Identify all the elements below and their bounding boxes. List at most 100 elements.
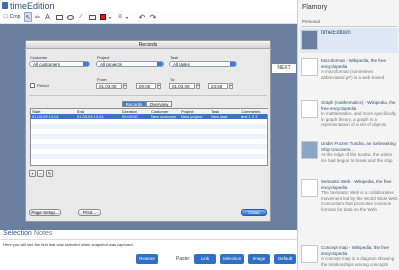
paste-link-button[interactable]: Link bbox=[194, 254, 216, 264]
table-row[interactable]: 01.03.09 12:01 01.03.09 12:01 00:00:00 N… bbox=[31, 114, 267, 119]
paste-label: Paste: bbox=[176, 256, 191, 262]
selection-text: Here you will see the text that was sele… bbox=[3, 242, 134, 247]
text-tool-button[interactable]: A bbox=[44, 12, 51, 22]
empty-row bbox=[31, 144, 267, 149]
window-title: Records bbox=[26, 41, 270, 49]
cell-duration: 00:00:00 bbox=[122, 114, 138, 119]
to-date-field[interactable]: 01.03.09 bbox=[169, 83, 195, 89]
sidebar-item-text: In mathematics, and more specifically in… bbox=[321, 111, 397, 128]
sidebar-item-title: Under Frozen Tundra, an Icebreaking Ship… bbox=[321, 141, 396, 152]
sidebar-item-graph[interactable]: Graph (mathematics) - Wikipedia, the fre… bbox=[321, 100, 398, 128]
toolbar: □ Crop ↖ ✏ A ∕ ▾ ≡ ▾ ↶ ↷ bbox=[0, 11, 297, 24]
task-label: Task bbox=[170, 55, 179, 60]
line-width-icon[interactable]: ≡ bbox=[116, 12, 124, 22]
task-select[interactable]: All tasks bbox=[169, 61, 237, 67]
to-label: To: bbox=[170, 77, 176, 82]
sidebar-item-label: timeEdition bbox=[321, 30, 351, 36]
snapshot-thumbnail bbox=[301, 141, 318, 159]
sidebar-title: Flamory bbox=[302, 4, 328, 11]
color-swatch-icon[interactable] bbox=[99, 12, 107, 22]
tab-overview[interactable]: Overview bbox=[146, 101, 172, 107]
period-label: Period bbox=[37, 83, 49, 88]
cell-project: New project bbox=[181, 114, 203, 119]
sidebar-item-semantic-web[interactable]: Semantic Web - Wikipedia, the free encyc… bbox=[321, 179, 398, 239]
cell-task: New task bbox=[211, 114, 228, 119]
sidebar-item-title: Microformat - Wikipedia, the free encycl… bbox=[321, 58, 387, 69]
snapshot-thumbnail bbox=[301, 100, 318, 118]
pointer-icon[interactable]: ↖ bbox=[24, 12, 32, 22]
to-time-field[interactable]: 23:59 bbox=[208, 83, 228, 89]
page-setup-button[interactable]: Page Setup... bbox=[29, 209, 61, 216]
sidebar-item-title: Graph (mathematics) - Wikipedia, the fre… bbox=[321, 100, 396, 111]
customer-select[interactable]: All customers bbox=[29, 61, 90, 67]
customer-label: Customer bbox=[30, 55, 48, 60]
empty-row bbox=[31, 124, 267, 129]
sidebar-item-microformat[interactable]: Microformat - Wikipedia, the free encycl… bbox=[321, 58, 398, 80]
color-swatch bbox=[100, 14, 106, 20]
sidebar-item-text: At the edge of the tundra, the winter ic… bbox=[321, 152, 393, 163]
sidebar-item-concept-map[interactable]: Concept map - Wikipedia, the free encycl… bbox=[321, 245, 398, 269]
bottom-panel: Selection Notes Here you will see the te… bbox=[0, 230, 297, 270]
line-icon[interactable]: ∕ bbox=[77, 12, 85, 22]
from-date-stepper[interactable]: ▴ bbox=[123, 83, 127, 89]
from-date-field[interactable]: 01.03.09 bbox=[96, 83, 122, 89]
rectangle-icon[interactable] bbox=[55, 12, 63, 22]
separator bbox=[301, 26, 397, 27]
pen-icon[interactable]: ✏ bbox=[34, 12, 41, 22]
to-date-stepper[interactable]: ▴ bbox=[196, 83, 200, 89]
snapshot-canvas: Records Customer All customers Project A… bbox=[0, 24, 297, 230]
period-checkbox[interactable] bbox=[30, 83, 35, 88]
app-icon bbox=[2, 2, 8, 9]
sidebar-item-text: A concept map is a diagram showing the r… bbox=[321, 256, 395, 267]
cell-comments: test 1 2 3 bbox=[241, 114, 258, 119]
empty-row bbox=[31, 154, 267, 159]
sidebar-section-label: Personal bbox=[302, 19, 320, 24]
crop-icon[interactable]: □ bbox=[3, 12, 8, 22]
separator bbox=[29, 95, 267, 96]
records-window: Records Customer All customers Project A… bbox=[25, 40, 271, 222]
sidebar-item-text: The Semantic Web is a collaborative move… bbox=[321, 190, 398, 212]
snapshot-thumbnail bbox=[301, 30, 318, 50]
tab-notes[interactable]: Notes bbox=[34, 230, 52, 237]
restore-button[interactable]: Restore bbox=[136, 254, 158, 264]
sidebar-item-frozen-tundra[interactable]: Under Frozen Tundra, an Icebreaking Ship… bbox=[321, 141, 398, 163]
sidebar-item-text: A microformat (sometimes abbreviated μF)… bbox=[321, 69, 385, 80]
tab-records[interactable]: Records bbox=[122, 101, 146, 107]
paste-default-button[interactable]: Default bbox=[274, 254, 296, 264]
separator bbox=[0, 239, 297, 240]
chevron-down-icon[interactable]: ▾ bbox=[108, 12, 112, 22]
add-record-button[interactable]: + bbox=[29, 170, 36, 177]
remove-record-button[interactable]: − bbox=[37, 170, 44, 177]
to-time-stepper[interactable]: ▴ bbox=[229, 83, 233, 89]
project-label: Project bbox=[97, 55, 110, 60]
close-button[interactable]: Close bbox=[241, 209, 267, 216]
project-select[interactable]: All projects bbox=[96, 61, 164, 67]
snapshot-thumbnail bbox=[301, 179, 318, 197]
ellipse-icon[interactable] bbox=[66, 12, 74, 22]
highlight-box-icon[interactable] bbox=[88, 12, 96, 22]
edit-record-button[interactable]: ✎ bbox=[46, 170, 53, 177]
cell-customer: New customer bbox=[151, 114, 177, 119]
sidebar-item-title: Concept map - Wikipedia, the free encycl… bbox=[321, 245, 390, 256]
cell-end: 01.03.09 12:01 bbox=[77, 114, 104, 119]
from-time-field[interactable]: 00:00 bbox=[136, 83, 156, 89]
app-title: timeEdition bbox=[10, 1, 55, 11]
from-time-stepper[interactable]: ▴ bbox=[157, 83, 161, 89]
from-label: From: bbox=[97, 77, 108, 82]
empty-row bbox=[31, 134, 267, 139]
flamory-sidebar: Flamory Personal timeEdition Microformat… bbox=[297, 0, 399, 270]
print-button[interactable]: Print... bbox=[78, 209, 101, 216]
snapshot-thumbnail bbox=[301, 245, 318, 263]
cell-start: 01.03.09 12:01 bbox=[32, 114, 59, 119]
next-button[interactable]: NEXT bbox=[272, 64, 296, 73]
crop-button-label[interactable]: Crop bbox=[9, 12, 21, 22]
redo-icon[interactable]: ↷ bbox=[149, 12, 157, 22]
snapshot-thumbnail bbox=[301, 58, 318, 76]
sidebar-item-title: Semantic Web - Wikipedia, the free encyc… bbox=[321, 179, 392, 190]
undo-icon[interactable]: ↶ bbox=[138, 12, 146, 22]
paste-image-button[interactable]: Image bbox=[248, 254, 270, 264]
records-table: Start End Duration Customer Project Task… bbox=[30, 108, 268, 166]
paste-selection-button[interactable]: Selection bbox=[220, 254, 244, 264]
tab-selection[interactable]: Selection bbox=[3, 230, 32, 237]
chevron-down-icon[interactable]: ▾ bbox=[125, 12, 129, 22]
